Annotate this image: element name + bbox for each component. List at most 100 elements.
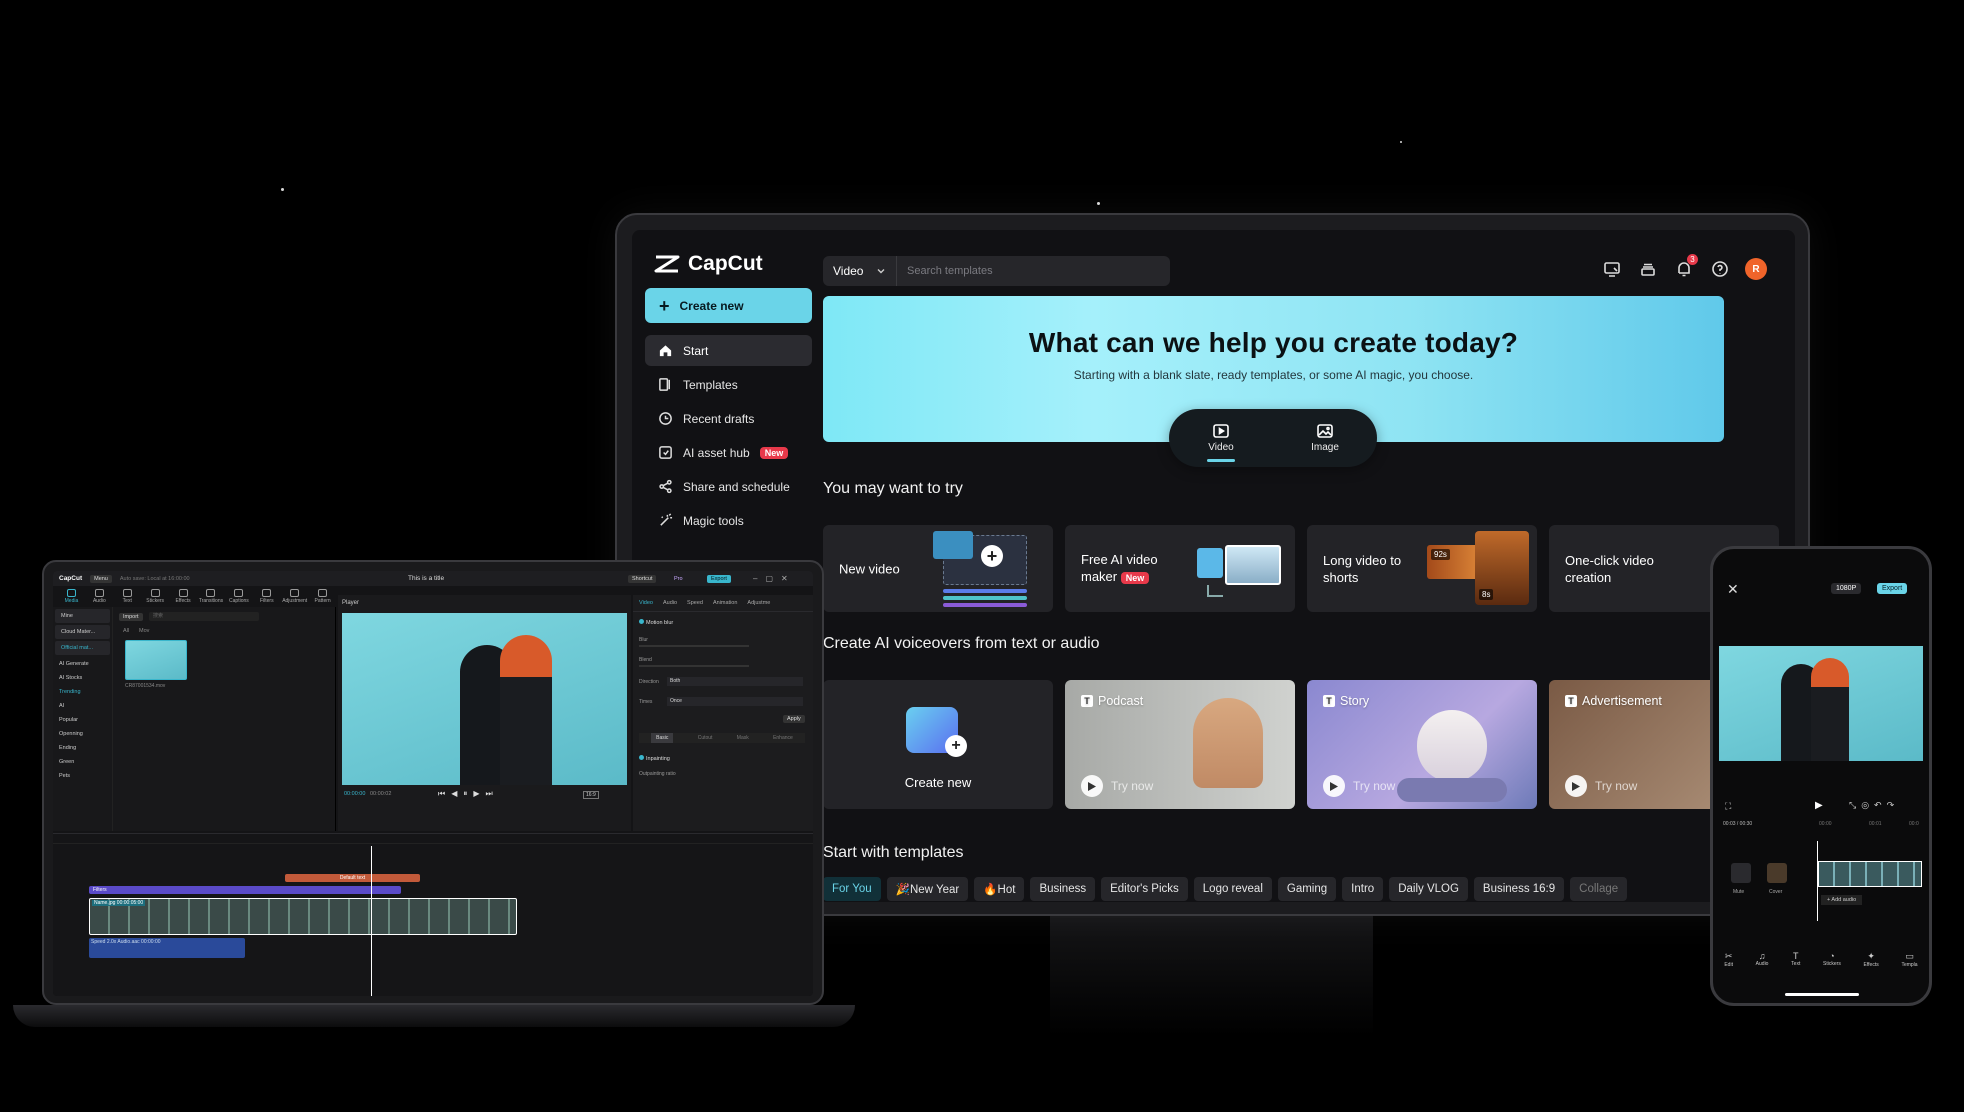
media-category[interactable]: Green [53,755,112,769]
media-search-input[interactable]: 搜索 [149,612,259,621]
tool-filters[interactable]: Filters [253,586,280,607]
export-button[interactable]: Export [707,574,731,583]
media-category[interactable]: Official mat... [55,641,110,655]
filter-all[interactable]: All [123,628,129,634]
sidebar-item-magic-tools[interactable]: Magic tools [645,505,812,536]
window-controls-icon[interactable]: –▢✕ [753,574,796,583]
sidebar-item-templates[interactable]: Templates [645,369,812,400]
media-category[interactable]: Mine [55,609,110,623]
media-category[interactable]: AI Stocks [53,671,112,685]
search-input[interactable] [897,256,1170,286]
inpainting-toggle[interactable]: Inpainting [639,755,670,762]
media-category[interactable]: Trending [53,685,112,699]
sub-tab[interactable]: Enhance [773,733,793,743]
media-category[interactable]: Cloud Mater... [55,625,110,639]
media-category[interactable]: AI [53,699,112,713]
prop-tab[interactable]: Adjustme [747,600,770,606]
import-button[interactable]: Import [119,613,143,621]
aspect-ratio-button[interactable]: 16:9 [583,791,599,799]
close-icon[interactable]: ✕ [1727,581,1739,598]
media-category[interactable]: AI Generate [53,657,112,671]
category-chip[interactable]: Logo reveal [1193,877,1272,901]
sub-tab[interactable]: Basic [651,733,674,743]
sidebar-item-share-and-schedule[interactable]: Share and schedule [645,471,812,502]
tool-media[interactable]: Media [58,586,85,607]
prop-tab[interactable]: Video [639,600,653,606]
avatar[interactable]: R [1745,258,1767,280]
menu-button[interactable]: Menu [90,574,112,583]
sidebar-item-start[interactable]: Start [645,335,812,366]
category-chip[interactable]: Intro [1342,877,1384,901]
tab-video[interactable]: Video [1191,423,1251,462]
player-preview[interactable] [342,613,627,785]
pro-badge[interactable]: Pro [670,575,687,583]
add-audio-button[interactable]: + Add audio [1821,895,1863,905]
category-chip[interactable]: Daily VLOG [1389,877,1468,901]
screen-record-icon[interactable] [1601,258,1623,280]
playback-controls-icon[interactable]: ⏮◀⏸▶⏭ [438,789,499,799]
tool-pattern[interactable]: Pattern [309,586,336,607]
prop-tab[interactable]: Speed [687,600,703,606]
media-category[interactable]: Popular [53,713,112,727]
phone-preview[interactable] [1719,646,1923,761]
category-chip[interactable]: 🎉New Year [886,877,969,901]
resolution-dropdown[interactable]: 1080P [1831,583,1862,594]
phone-video-clip[interactable] [1818,861,1922,887]
try-card-free-ai-video-maker[interactable]: Free AI video maker New [1065,525,1295,612]
try-now-link[interactable]: Try now [1565,775,1637,797]
category-chip[interactable]: Business 16:9 [1473,877,1565,901]
sidebar-item-ai-asset-hub[interactable]: AI asset hub New [645,437,812,468]
times-select[interactable]: Once [667,697,803,706]
tool-audio[interactable]: Audio [86,586,113,607]
search-type-dropdown[interactable]: Video [823,256,897,286]
mute-button[interactable] [1731,863,1751,883]
video-clip[interactable]: Name.jpg 00:00:05:00 [89,898,517,935]
media-category[interactable]: Openning [53,727,112,741]
shortcut-button[interactable]: Shortcut [628,574,657,583]
tool-text[interactable]: Text [114,586,141,607]
layers-icon[interactable] [1637,258,1659,280]
sub-tab[interactable]: Cutout [698,733,713,743]
tool-adjustment[interactable]: Adjustment [281,586,308,607]
prop-tab[interactable]: Animation [713,600,737,606]
sub-tab[interactable]: Mask [737,733,749,743]
edit-controls-icon[interactable]: ⤡◎↶↷ [1849,800,1899,811]
phone-tool-effects[interactable]: ✦ Effects [1864,951,1879,968]
phone-tool-audio[interactable]: ♫ Audio [1756,951,1769,968]
media-category[interactable]: Ending [53,741,112,755]
category-chip[interactable]: For You [823,877,881,901]
try-card-long-video-to-shorts[interactable]: Long video to shorts 92s 8s [1307,525,1537,612]
motion-blur-toggle[interactable]: Motion blur [639,619,673,626]
prop-tab[interactable]: Audio [663,600,677,606]
phone-tool-edit[interactable]: ✂ Edit [1724,951,1733,968]
audio-clip[interactable]: Speed 2.0x Audio.aac 00:00:00 [89,938,245,958]
tool-stickers[interactable]: Stickers [142,586,169,607]
blur-slider[interactable] [639,645,749,647]
media-thumbnail[interactable] [125,640,187,680]
voiceover-card-podcast[interactable]: T Podcast Try now [1065,680,1295,809]
phone-tool-text[interactable]: T Text [1791,951,1800,968]
text-clip[interactable]: Default text [285,874,420,882]
filter-clip[interactable]: Filters [89,886,401,894]
category-chip[interactable]: Gaming [1277,877,1337,901]
filter-mov[interactable]: Mov [139,628,149,634]
tool-transitions[interactable]: Transitions [198,586,225,607]
category-chip[interactable]: 🔥Hot [974,877,1025,901]
try-now-link[interactable]: Try now [1323,775,1395,797]
export-button[interactable]: Export [1877,583,1908,594]
voiceover-card-story[interactable]: T Story Try now [1307,680,1537,809]
try-now-link[interactable]: Try now [1081,775,1153,797]
category-chip[interactable]: Collage [1570,877,1628,901]
tool-captions[interactable]: Captions [225,586,252,607]
phone-tool-stickers[interactable]: ◔ Stickers [1823,951,1841,968]
phone-tool-templates[interactable]: ▭ Templa [1901,951,1917,968]
playhead[interactable] [371,846,372,996]
cover-button[interactable] [1767,863,1787,883]
media-category[interactable]: Pets [53,769,112,783]
try-card-new-video[interactable]: New video + [823,525,1053,612]
play-icon[interactable]: ▶ [1815,800,1823,811]
fullscreen-icon[interactable]: ⛶ [1725,801,1731,812]
category-chip[interactable]: Editor's Picks [1101,877,1188,901]
bell-icon[interactable]: 3 [1673,254,1698,280]
direction-select[interactable]: Both [667,677,803,686]
